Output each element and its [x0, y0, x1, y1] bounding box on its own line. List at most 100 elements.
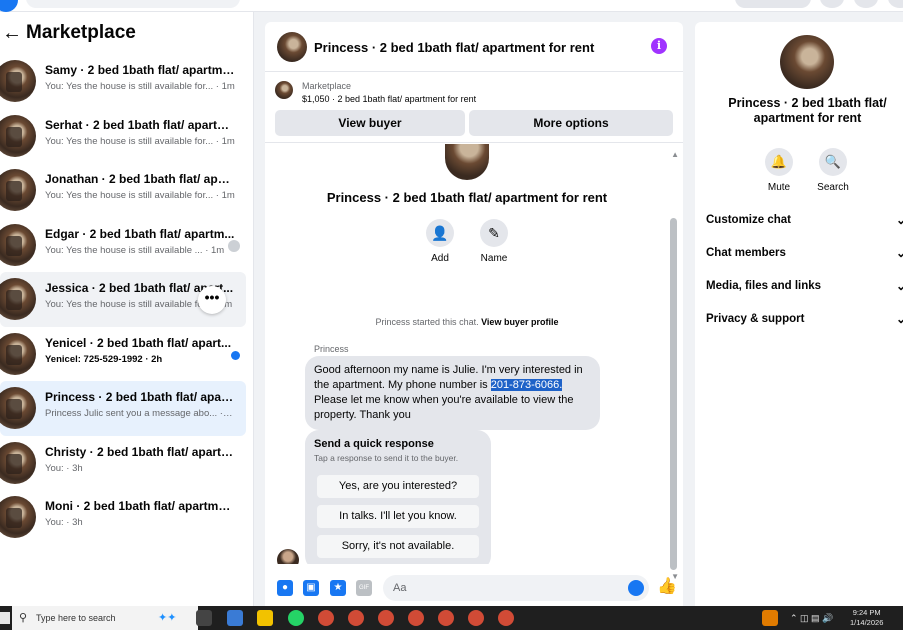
details-title: Princess · 2 bed 1bath flat/ apartment f…: [728, 96, 887, 125]
listing-label: Marketplace: [302, 81, 352, 91]
quick-reply-in-talks[interactable]: In talks. I'll let you know.: [317, 505, 479, 528]
conversation-title: Jonathan · 2 bed 1bath flat/ apart...: [45, 172, 235, 186]
conversation-item-jonathan[interactable]: Jonathan · 2 bed 1bath flat/ apart... You…: [0, 163, 246, 218]
scrollbar-thumb[interactable]: [670, 218, 677, 570]
thumbs-up-icon[interactable]: 👍: [657, 578, 677, 596]
media-files-links-row[interactable]: Media, files and links ⌄: [706, 279, 903, 293]
start-button[interactable]: [0, 612, 10, 624]
conversation-name: Princess · 2 bed 1bath flat/ apartment f…: [326, 190, 608, 205]
details-avatar[interactable]: [780, 35, 834, 89]
mute-action[interactable]: 🔔 Mute: [754, 148, 804, 193]
row-label: Customize chat: [706, 214, 791, 226]
add-label: Add: [431, 253, 449, 264]
conversation-item-yenicel[interactable]: Yenicel · 2 bed 1bath flat/ apart... Yeni…: [0, 327, 246, 382]
taskbar-search[interactable]: ⚲ Type here to search ✦✦: [12, 606, 198, 630]
quick-reply-not-available[interactable]: Sorry, it's not available.: [317, 535, 479, 558]
sticker-icon[interactable]: ★: [330, 580, 346, 596]
add-action[interactable]: 👤 Add: [415, 219, 465, 264]
menu-icon[interactable]: [820, 0, 844, 8]
message-input[interactable]: Aa: [383, 575, 649, 601]
chat-members-row[interactable]: Chat members ⌄: [706, 246, 903, 260]
conversation-avatar: [445, 144, 489, 180]
privacy-support-row[interactable]: Privacy & support ⌄: [706, 312, 903, 326]
back-arrow-icon[interactable]: ←: [2, 23, 22, 43]
conversation-preview: You: · 3h: [45, 462, 83, 474]
chrome-icon[interactable]: [348, 610, 364, 626]
emoji-icon[interactable]: [628, 580, 644, 596]
sticky-notes-icon[interactable]: [257, 610, 273, 626]
search-action[interactable]: 🔍 Search: [808, 148, 858, 193]
conversation-item-samy[interactable]: Samy · 2 bed 1bath flat/ apartmen... You:…: [0, 54, 246, 109]
top-navbar: [0, 0, 903, 12]
taskbar-clock[interactable]: 9:24 PM 1/14/2026: [850, 608, 883, 628]
more-options-button[interactable]: •••: [198, 286, 226, 314]
conversation-title: Yenicel · 2 bed 1bath flat/ apart...: [45, 335, 232, 350]
clock-date: 1/14/2026: [850, 618, 884, 627]
phone-number[interactable]: 201-873-6066.: [490, 379, 563, 391]
conversation-list: Samy · 2 bed 1bath flat/ apartmen... You:…: [0, 54, 250, 545]
conversation-title: Samy · 2 bed 1bath flat/ apartmen...: [45, 63, 235, 77]
conversation-title: Serhat · 2 bed 1bath flat/ apartme...: [45, 117, 235, 132]
conversation-item-jessica[interactable]: Jessica · 2 bed 1bath flat/ apart... You:…: [0, 272, 246, 327]
listing-thumbnail: [0, 114, 36, 157]
quick-reply-interested[interactable]: Yes, are you interested?: [317, 475, 479, 498]
info-icon[interactable]: i: [651, 38, 667, 54]
conversation-preview: You: Yes the house is still available ..…: [45, 244, 225, 256]
conversation-item-serhat[interactable]: Serhat · 2 bed 1bath flat/ apartme... You…: [0, 109, 246, 164]
view-buyer-profile-link[interactable]: View buyer profile: [481, 317, 558, 327]
listing-thumbnail: [0, 60, 36, 102]
task-view-icon[interactable]: [196, 610, 212, 626]
gif-icon[interactable]: GIF: [356, 580, 372, 596]
search-label: Search: [817, 182, 849, 193]
chrome-icon[interactable]: [498, 610, 514, 626]
chat-avatar[interactable]: [277, 32, 307, 62]
quick-response-title: Send a quick response: [314, 438, 434, 450]
chrome-icon[interactable]: [468, 610, 484, 626]
whatsapp-icon[interactable]: [288, 610, 304, 626]
conversation-sidebar: ← Marketplace Samy · 2 bed 1bath flat/ a…: [0, 12, 254, 606]
listing-thumbnail: [0, 387, 36, 429]
listing-thumbnail: [0, 332, 36, 375]
photo-icon[interactable]: ▣: [303, 580, 319, 596]
listing-price[interactable]: $1,050 · 2 bed 1bath flat/ apartment for…: [302, 94, 476, 104]
more-options-button[interactable]: More options: [469, 110, 673, 136]
name-action[interactable]: ✎ Name: [469, 219, 519, 264]
row-label: Chat members: [706, 247, 786, 259]
file-explorer-icon[interactable]: [227, 610, 243, 626]
chrome-icon[interactable]: [378, 610, 394, 626]
chrome-icon[interactable]: [318, 610, 334, 626]
nav-pill[interactable]: [735, 0, 811, 8]
conversation-item-princess[interactable]: Princess · 2 bed 1bath flat/ apartm... Pr…: [0, 381, 246, 436]
chevron-down-icon: ⌄: [895, 279, 903, 293]
chat-title[interactable]: Princess · 2 bed 1bath flat/ apartment f…: [314, 40, 594, 55]
chat-started-notice: Princess started this chat. View buyer p…: [265, 317, 669, 327]
quick-response-subtitle: Tap a response to send it to the buyer.: [314, 453, 459, 463]
messenger-icon[interactable]: [854, 0, 878, 8]
row-label: Privacy & support: [706, 313, 805, 325]
customize-chat-row[interactable]: Customize chat ⌄: [706, 213, 903, 227]
chrome-icon[interactable]: [408, 610, 424, 626]
microphone-icon[interactable]: ●: [277, 580, 293, 596]
chrome-icon[interactable]: [438, 610, 454, 626]
message-text-end: Please let me know when you're available…: [314, 394, 574, 421]
conversation-preview: You: Yes the house is still available fo…: [45, 135, 235, 147]
listing-banner: Marketplace $1,050 · 2 bed 1bath flat/ a…: [265, 73, 683, 143]
sidebar-header: ← Marketplace: [0, 22, 136, 44]
started-text: Princess started this chat.: [375, 317, 479, 327]
search-bar[interactable]: [26, 0, 240, 8]
search-icon: ⚲: [19, 612, 28, 624]
system-tray-icons[interactable]: ⌃ ◫ ▤ 🔊: [790, 606, 833, 630]
notifications-icon[interactable]: [888, 0, 903, 8]
taskbar-search-placeholder: Type here to search: [36, 613, 116, 623]
listing-thumbnail[interactable]: [275, 81, 293, 99]
view-buyer-button[interactable]: View buyer: [275, 110, 465, 136]
conversation-item-moni[interactable]: Moni · 2 bed 1bath flat/ apartment... You…: [0, 490, 246, 545]
facebook-logo[interactable]: [0, 0, 18, 12]
conversation-item-edgar[interactable]: Edgar · 2 bed 1bath flat/ apartm... You: …: [0, 218, 246, 273]
conversation-item-christy[interactable]: Christy · 2 bed 1bath flat/ apartme... Yo…: [0, 436, 246, 491]
scroll-up-arrow-icon[interactable]: ▲: [671, 150, 679, 159]
sidebar-title: Marketplace: [26, 22, 136, 43]
listing-thumbnail: [0, 169, 36, 211]
weather-icon[interactable]: [762, 610, 778, 626]
chevron-down-icon: ⌄: [895, 312, 903, 326]
